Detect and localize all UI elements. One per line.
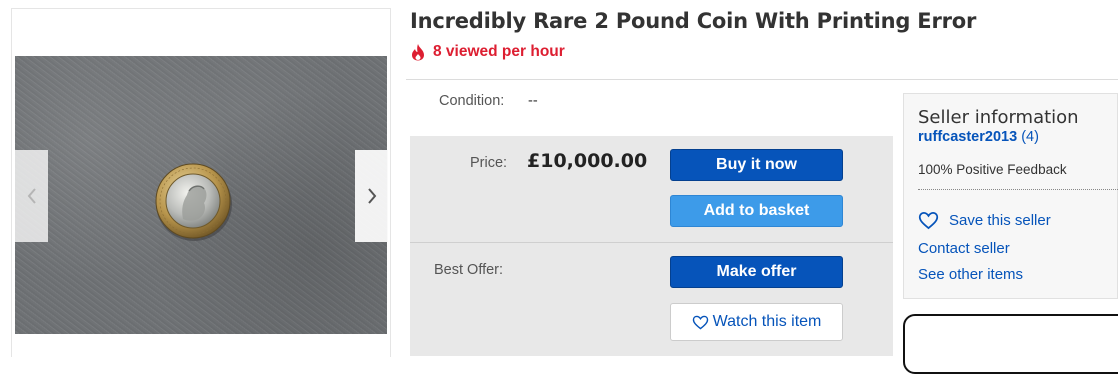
chevron-left-icon [27,188,36,204]
contact-seller-link[interactable]: Contact seller [918,240,1010,257]
price-value: £10,000.00 [527,150,648,172]
next-image-button[interactable] [355,150,388,242]
views-text: 8 viewed per hour [433,43,565,60]
views-indicator: 8 viewed per hour [410,43,565,61]
chevron-right-icon [367,188,376,204]
divider [406,79,1118,80]
seller-username-row: ruffcaster2013 (4) [918,129,1039,145]
seller-divider [918,189,1118,190]
best-offer-label: Best Offer: [434,262,504,278]
seller-info-heading: Seller information [918,107,1079,128]
heart-icon [918,212,939,230]
prev-image-button[interactable] [15,150,48,242]
seller-feedback-score: 100% Positive Feedback [918,162,1067,177]
condition-value: -- [528,93,538,109]
seller-info-panel: Seller information ruffcaster2013 (4) 10… [903,93,1118,299]
price-label: Price: [470,155,508,171]
outlined-box [903,314,1118,374]
price-divider [410,242,893,243]
listing-title: Incredibly Rare 2 Pound Coin With Printi… [410,9,977,33]
condition-label: Condition: [439,93,505,109]
flame-icon [412,44,424,61]
seller-username-link[interactable]: ruffcaster2013 [918,129,1017,145]
seller-feedback-count[interactable]: (4) [1021,129,1039,145]
watch-item-label: Watch this item [712,313,822,330]
buy-it-now-button[interactable]: Buy it now [670,149,843,181]
item-photo[interactable] [15,56,387,334]
watch-item-button[interactable]: Watch this item [670,303,843,341]
save-seller-link[interactable]: Save this seller [918,211,1051,230]
see-other-items-link[interactable]: See other items [918,266,1023,283]
coin-image [153,161,233,241]
save-seller-label: Save this seller [949,212,1051,229]
make-offer-button[interactable]: Make offer [670,256,843,288]
add-to-basket-button[interactable]: Add to basket [670,195,843,227]
heart-icon [692,315,708,329]
